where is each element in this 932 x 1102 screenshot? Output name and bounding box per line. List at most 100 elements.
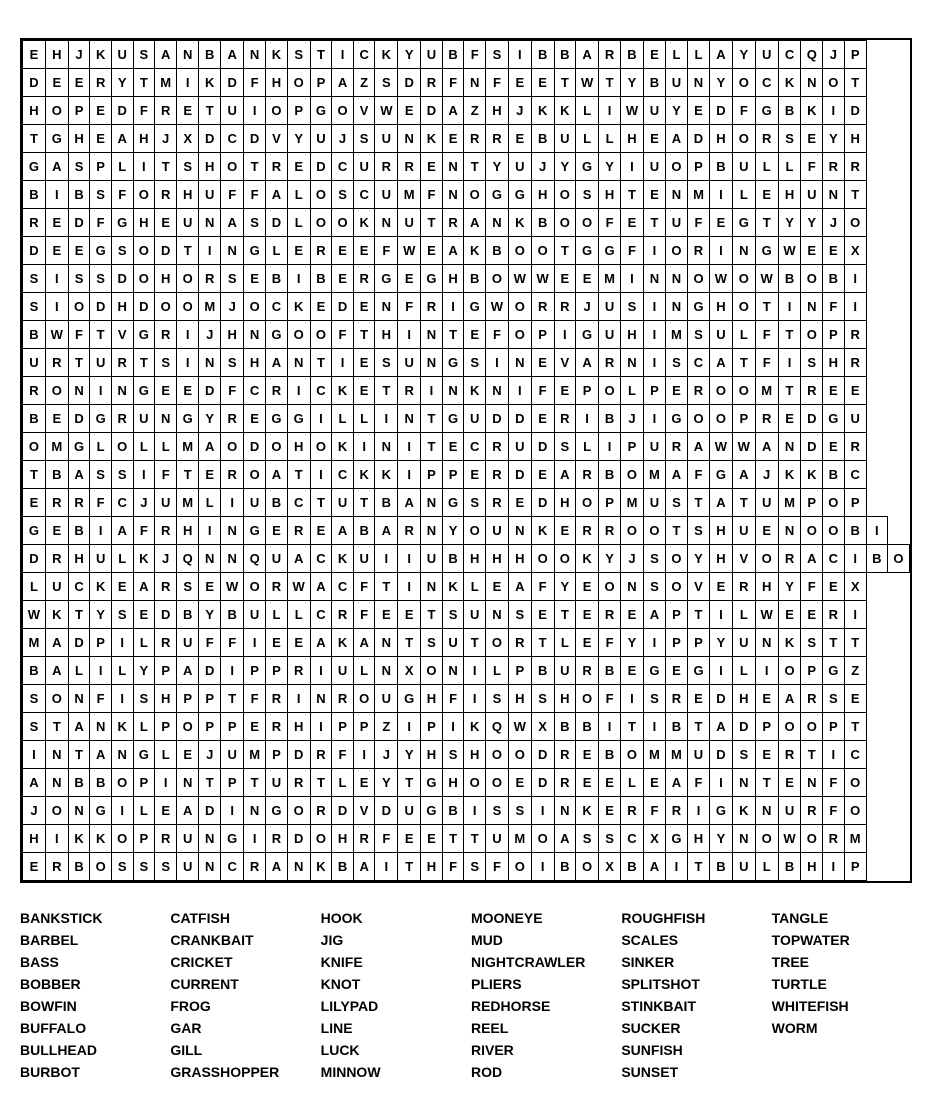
grid-cell: E — [398, 601, 421, 629]
grid-cell: E — [576, 769, 599, 797]
grid-cell: B — [531, 41, 554, 69]
grid-cell: I — [111, 685, 133, 713]
grid-cell: V — [687, 573, 709, 601]
grid-cell: B — [177, 601, 199, 629]
grid-cell: A — [801, 545, 823, 573]
grid-cell: T — [23, 461, 46, 489]
grid-cell: G — [823, 657, 845, 685]
grid-cell: O — [778, 713, 801, 741]
grid-cell: L — [133, 629, 155, 657]
grid-cell: I — [398, 461, 421, 489]
grid-cell: H — [68, 545, 90, 573]
grid-cell: I — [375, 853, 398, 881]
grid-cell: O — [576, 853, 599, 881]
grid-cell: T — [310, 349, 332, 377]
grid-cell: O — [508, 237, 531, 265]
grid-cell: E — [755, 517, 778, 545]
grid-cell: T — [133, 349, 155, 377]
grid-cell: P — [844, 489, 866, 517]
grid-cell: D — [111, 97, 133, 125]
grid-cell: Y — [801, 209, 823, 237]
grid-cell: B — [710, 853, 733, 881]
grid-cell: M — [621, 489, 644, 517]
grid-cell: G — [90, 797, 112, 825]
grid-cell: I — [398, 573, 421, 601]
grid-cell: C — [332, 573, 354, 601]
grid-cell: N — [375, 433, 398, 461]
grid-cell: T — [531, 629, 554, 657]
grid-cell: I — [485, 349, 508, 377]
grid-cell: O — [621, 517, 644, 545]
grid-cell: E — [287, 629, 310, 657]
grid-cell: N — [111, 377, 133, 405]
grid-cell: I — [177, 321, 199, 349]
grid-cell: R — [823, 601, 845, 629]
grid-cell: E — [155, 797, 177, 825]
grid-cell: Y — [710, 825, 733, 853]
grid-cell: E — [45, 405, 68, 433]
grid-cell: R — [844, 433, 866, 461]
grid-cell: E — [464, 461, 486, 489]
grid-cell: G — [90, 405, 112, 433]
grid-cell: R — [68, 489, 90, 517]
grid-cell: I — [310, 461, 332, 489]
grid-cell: R — [155, 517, 177, 545]
grid-cell: S — [23, 685, 46, 713]
grid-cell: U — [375, 685, 398, 713]
grid-cell: R — [23, 377, 46, 405]
grid-cell: T — [155, 153, 177, 181]
grid-cell: O — [310, 825, 332, 853]
grid-cell: I — [90, 517, 112, 545]
grid-cell: A — [464, 209, 486, 237]
grid-cell: O — [554, 209, 576, 237]
grid-cell: P — [823, 321, 845, 349]
grid-cell: D — [531, 769, 554, 797]
grid-cell: O — [45, 797, 68, 825]
grid-cell: S — [23, 713, 46, 741]
grid-cell: B — [199, 41, 221, 69]
grid-cell: H — [508, 545, 531, 573]
word-item: STINKBAIT — [621, 996, 761, 1016]
grid-cell: F — [755, 349, 778, 377]
grid-cell: S — [375, 349, 398, 377]
grid-cell: P — [844, 41, 866, 69]
grid-cell: R — [599, 349, 621, 377]
grid-cell: T — [554, 237, 576, 265]
grid-cell: P — [133, 769, 155, 797]
grid-cell: D — [485, 405, 508, 433]
grid-cell: L — [133, 713, 155, 741]
grid-cell: R — [398, 153, 421, 181]
grid-cell: H — [710, 545, 733, 573]
grid-cell: A — [133, 573, 155, 601]
grid-cell: S — [155, 349, 177, 377]
grid-cell: W — [485, 293, 508, 321]
word-item: TURTLE — [772, 974, 912, 994]
grid-cell: P — [732, 405, 755, 433]
grid-cell: G — [45, 125, 68, 153]
grid-cell: K — [90, 41, 112, 69]
grid-cell: C — [111, 489, 133, 517]
grid-cell: P — [155, 713, 177, 741]
grid-cell: K — [332, 433, 354, 461]
grid-cell: L — [732, 601, 755, 629]
grid-cell: R — [266, 825, 288, 853]
grid-cell: B — [621, 853, 644, 881]
grid-cell: H — [421, 853, 443, 881]
grid-cell: I — [599, 97, 621, 125]
grid-cell: E — [90, 125, 112, 153]
grid-cell: L — [576, 97, 599, 125]
grid-cell: T — [755, 209, 778, 237]
grid-cell: O — [531, 825, 554, 853]
grid-cell: I — [244, 629, 266, 657]
grid-cell: K — [576, 797, 599, 825]
grid-cell: N — [221, 237, 244, 265]
grid-cell: K — [90, 825, 112, 853]
grid-cell: D — [687, 125, 709, 153]
grid-cell: D — [332, 293, 354, 321]
grid-cell: P — [665, 629, 687, 657]
grid-cell: Y — [90, 601, 112, 629]
grid-cell: G — [755, 97, 778, 125]
grid-cell: Q — [244, 545, 266, 573]
grid-cell: F — [133, 97, 155, 125]
grid-cell: J — [755, 461, 778, 489]
